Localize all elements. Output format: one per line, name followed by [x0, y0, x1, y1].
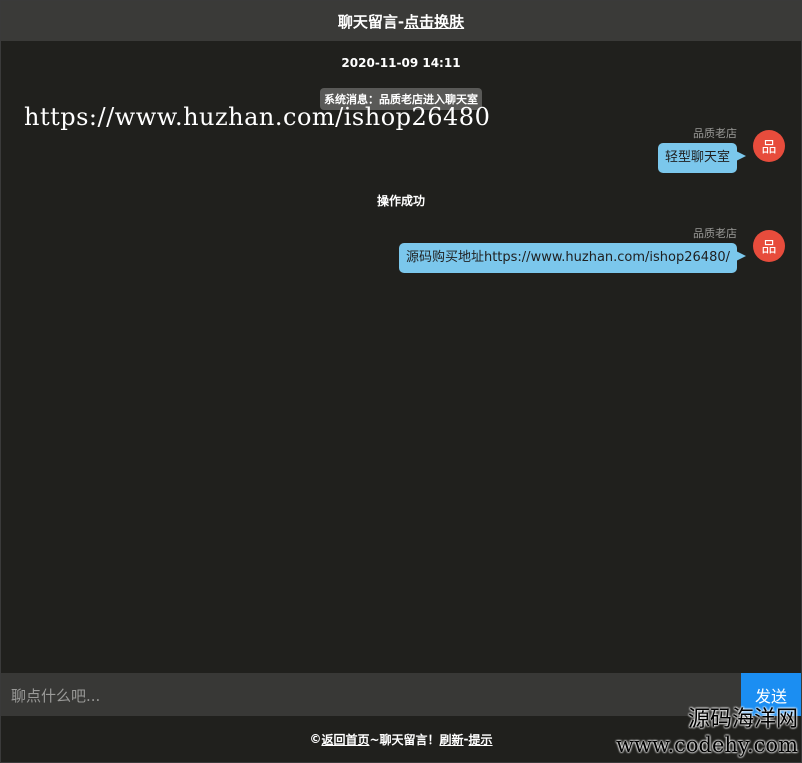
copyright-symbol: ©	[309, 732, 322, 746]
message-timestamp: 2020-11-09 14:11	[341, 56, 461, 70]
footer-text: ~聊天留言！	[369, 732, 440, 747]
tips-link[interactable]: 提示	[469, 731, 493, 748]
message-bubble: 轻型聊天室	[657, 143, 747, 173]
header-bar: 聊天留言- 点击换肤	[1, 1, 801, 41]
chat-message: 品质老店 品 源码购买地址https://www.huzhan.com/isho…	[398, 225, 785, 275]
home-link[interactable]: 返回首页	[321, 731, 369, 748]
avatar[interactable]: 品	[753, 230, 785, 262]
operation-status: 操作成功	[376, 194, 425, 208]
header-title: 聊天留言-	[337, 12, 405, 31]
chat-message: 品质老店 品 轻型聊天室	[657, 125, 785, 175]
sender-name: 品质老店	[693, 127, 737, 140]
message-bubble[interactable]: 源码购买地址https://www.huzhan.com/ishop26480/	[398, 243, 747, 273]
url-watermark: https://www.huzhan.com/ishop26480	[24, 103, 491, 131]
corner-watermark: 源码海洋网 www.codehy.com	[616, 707, 798, 757]
refresh-link[interactable]: 刷新	[440, 731, 464, 748]
sender-name: 品质老店	[693, 227, 737, 240]
watermark-line1: 源码海洋网	[687, 707, 798, 732]
watermark-line2: www.codehy.com	[616, 733, 798, 757]
chat-area[interactable]: 2020-11-09 14:11 系统消息：品质老店进入聊天室 品质老店 品 轻…	[1, 41, 801, 672]
change-skin-link[interactable]: 点击换肤	[404, 11, 464, 32]
avatar[interactable]: 品	[753, 130, 785, 162]
